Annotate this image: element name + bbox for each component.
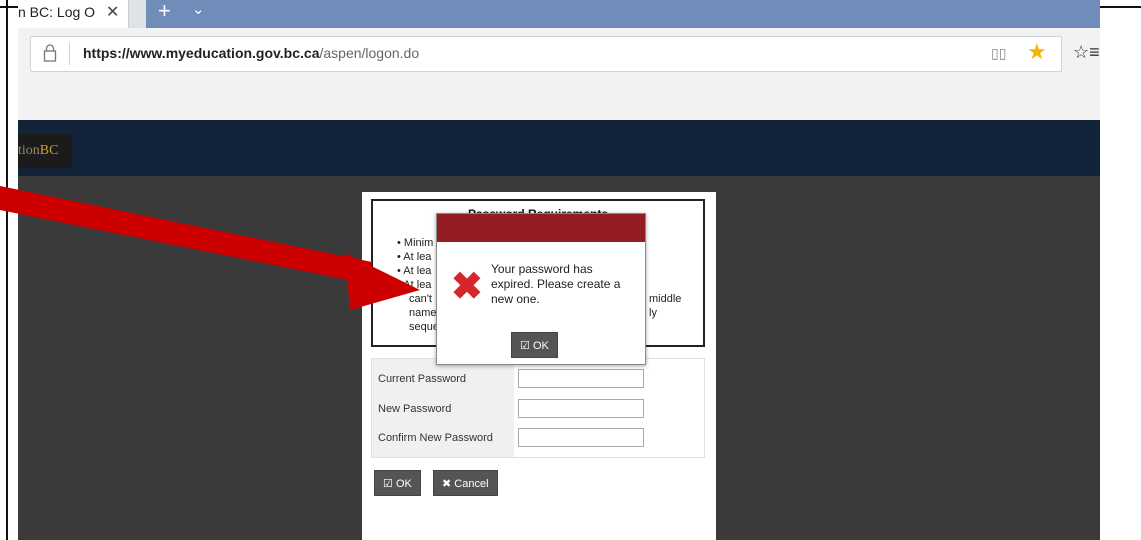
url-separator bbox=[69, 43, 70, 65]
ok-button-label: OK bbox=[395, 478, 412, 490]
site-header: tionBC bbox=[18, 120, 1100, 176]
requirement-line: middle bbox=[649, 293, 682, 305]
new-password-label: New Password bbox=[378, 403, 452, 415]
change-password-form: Current Password New Password Confirm Ne… bbox=[371, 358, 705, 458]
frame-border-top-right bbox=[1100, 6, 1141, 8]
error-x-icon: ✖ bbox=[451, 266, 483, 308]
requirement-line: name bbox=[409, 307, 437, 319]
requirement-line: can't bbox=[409, 293, 432, 305]
checkbox-icon: ☑ bbox=[383, 478, 393, 490]
tab-title: n BC: Log O bbox=[18, 4, 96, 20]
requirement-line: • Minim bbox=[397, 237, 434, 249]
frame-border-left bbox=[6, 0, 8, 540]
browser-tab[interactable]: n BC: Log O ✕ bbox=[18, 0, 129, 28]
favorites-icon[interactable]: ☆≡ bbox=[1073, 42, 1100, 63]
current-password-input[interactable] bbox=[518, 369, 644, 388]
cancel-button-label: Cancel bbox=[454, 478, 489, 490]
dialog-message: Your password has expired. Please create… bbox=[491, 262, 621, 306]
url-text[interactable]: https://www.myeducation.gov.bc.ca/aspen/… bbox=[83, 45, 419, 61]
close-icon: ✖ bbox=[442, 478, 452, 490]
browser-toolbar: https://www.myeducation.gov.bc.ca/aspen/… bbox=[18, 28, 1100, 120]
chevron-down-icon[interactable]: ⌄ bbox=[192, 0, 205, 18]
new-tab-icon[interactable]: + bbox=[158, 0, 171, 24]
checkbox-icon: ☑ bbox=[520, 340, 530, 352]
close-icon[interactable]: ✕ bbox=[106, 2, 119, 22]
dialog-header bbox=[437, 214, 645, 242]
current-password-label: Current Password bbox=[378, 373, 467, 385]
dialog-ok-button[interactable]: ☑ OK bbox=[511, 332, 558, 358]
tab-strip-background bbox=[146, 0, 1100, 28]
requirement-line: ly bbox=[649, 307, 657, 319]
address-bar[interactable]: https://www.myeducation.gov.bc.ca/aspen/… bbox=[30, 36, 1062, 72]
password-expired-dialog: ✖ Your password has expired. Please crea… bbox=[436, 213, 646, 365]
dialog-ok-label: OK bbox=[532, 340, 549, 352]
logo-text: tion bbox=[18, 143, 40, 158]
requirement-line: • At lea bbox=[397, 251, 432, 263]
url-path: /aspen/logon.do bbox=[319, 45, 420, 61]
url-domain: https://www.myeducation.gov.bc.ca bbox=[83, 45, 320, 61]
site-logo[interactable]: tionBC bbox=[18, 134, 72, 168]
requirement-line: • At lea bbox=[397, 279, 432, 291]
star-icon[interactable]: ★ bbox=[1027, 39, 1047, 65]
cancel-button[interactable]: ✖ Cancel bbox=[433, 470, 498, 496]
lock-icon bbox=[43, 44, 57, 62]
requirement-line: • At lea bbox=[397, 265, 432, 277]
new-password-input[interactable] bbox=[518, 399, 644, 418]
reader-icon[interactable]: ▯▯ bbox=[991, 45, 1006, 62]
logo-accent: BC bbox=[39, 143, 59, 158]
requirement-line: seque bbox=[409, 321, 439, 333]
confirm-password-input[interactable] bbox=[518, 428, 644, 447]
confirm-password-label: Confirm New Password bbox=[378, 432, 493, 444]
browser-tab-strip: n BC: Log O ✕ + ⌄ bbox=[18, 0, 1100, 28]
ok-button[interactable]: ☑ OK bbox=[374, 470, 421, 496]
